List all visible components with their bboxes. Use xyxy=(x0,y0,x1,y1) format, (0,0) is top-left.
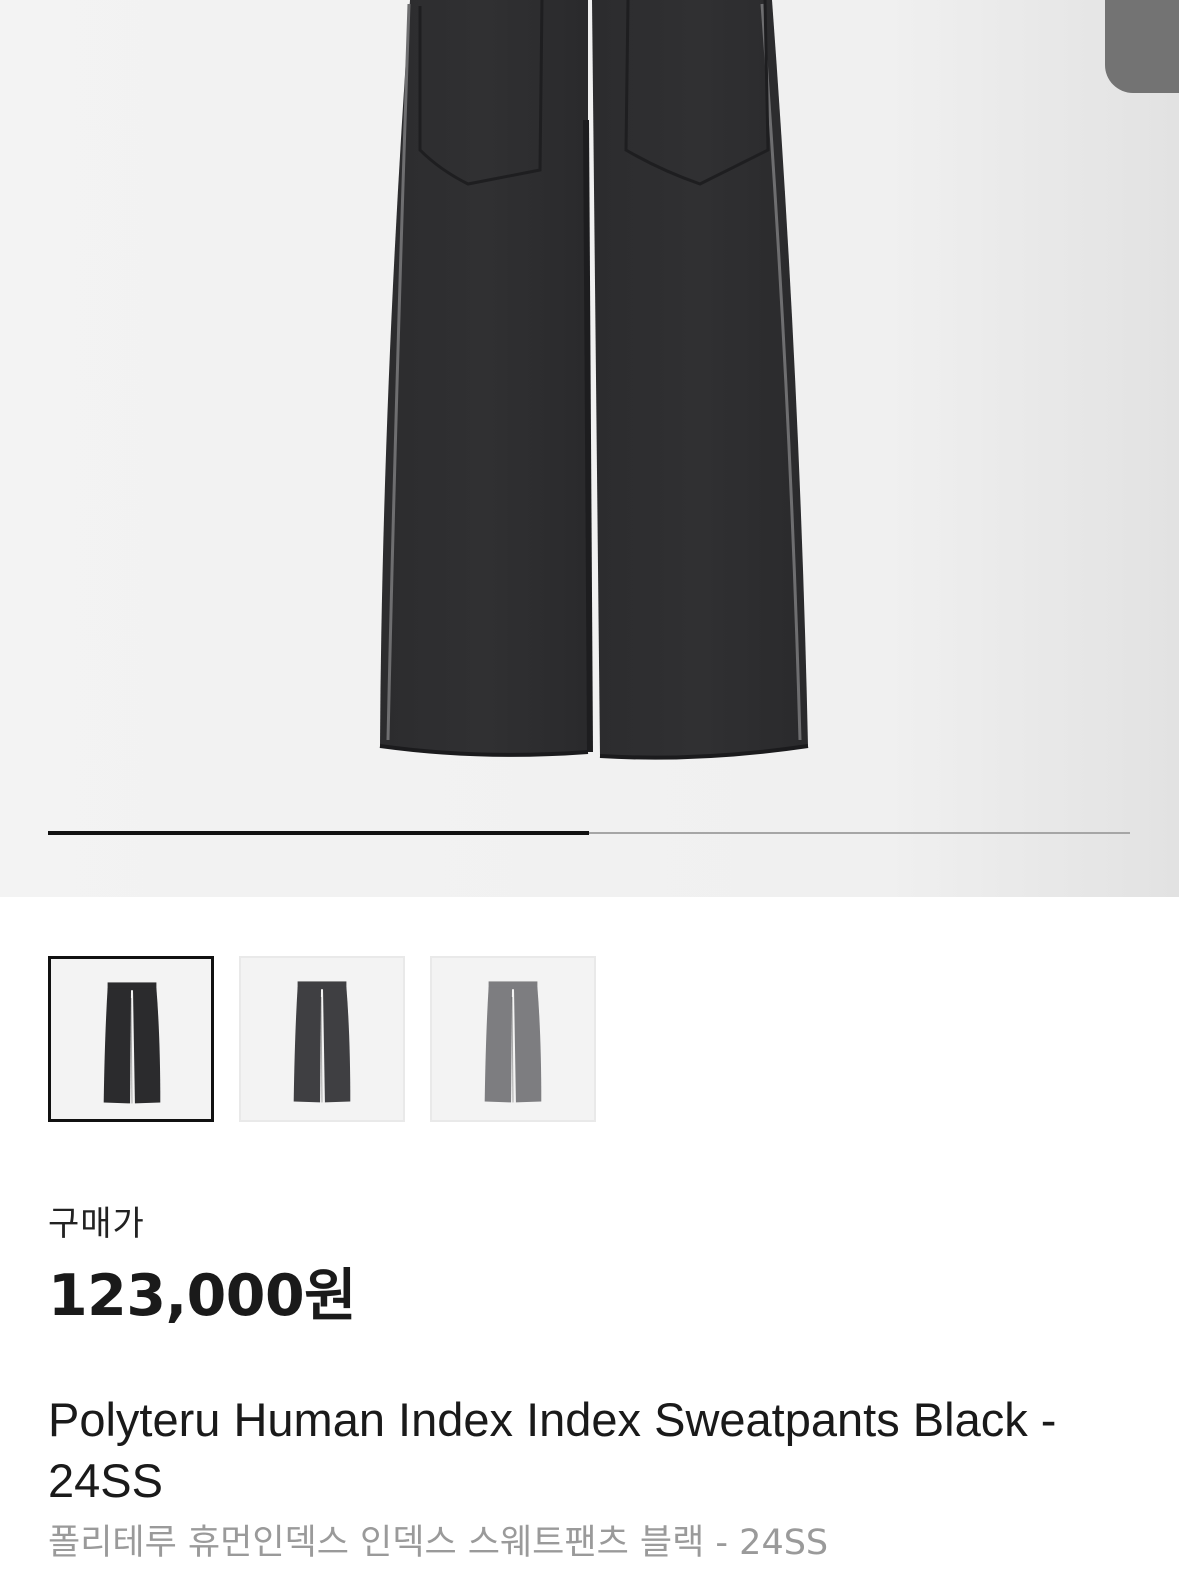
overlay-button[interactable] xyxy=(1105,0,1179,93)
gallery-progress-track xyxy=(48,831,1130,835)
product-title: Polyteru Human Index Index Sweatpants Bl… xyxy=(48,1393,1057,1507)
product-image-gallery[interactable] xyxy=(0,0,1179,897)
product-main-image xyxy=(0,0,1179,897)
price-label: 구매가 xyxy=(48,1204,145,1244)
gallery-progress-fill xyxy=(48,831,589,835)
thumbnail-image xyxy=(484,981,542,1103)
price: 123,000원 xyxy=(48,1263,357,1329)
thumbnail-charcoal-sweatpants[interactable] xyxy=(239,956,405,1122)
thumbnail-image xyxy=(103,982,161,1104)
thumbnail-gray-sweatpants[interactable] xyxy=(430,956,596,1122)
thumbnail-image xyxy=(293,981,351,1103)
thumbnail-black-sweatpants[interactable] xyxy=(48,956,214,1122)
product-subtitle: 폴리테루 휴먼인덱스 인덱스 스웨트팬츠 블랙 - 24SS xyxy=(48,1523,829,1563)
